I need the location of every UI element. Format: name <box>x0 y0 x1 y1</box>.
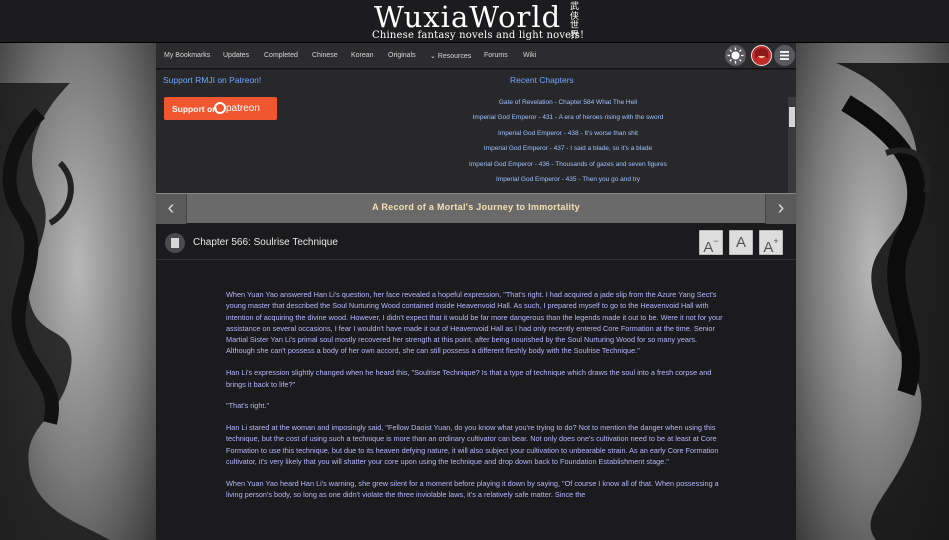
patreon-brand: patreon <box>226 103 260 114</box>
promo-panel: Support RMJI on Patreon! Support on patr… <box>156 70 796 193</box>
right-background-art <box>796 43 949 540</box>
site-logo[interactable]: WuxiaWorld Chinese fantasy novels and li… <box>372 1 584 43</box>
patreon-button[interactable]: Support on patreon <box>164 97 277 120</box>
dragon-illustration-right <box>836 63 949 540</box>
reset-font-button[interactable]: A <box>729 230 753 255</box>
next-chapter-button[interactable]: › <box>765 194 796 224</box>
chapter-title: Chapter 566: Soulrise Technique <box>193 237 338 248</box>
chevron-left-icon: ‹ <box>167 197 175 219</box>
chapter-header: Chapter 566: Soulrise Technique A− A A+ <box>156 224 796 260</box>
logo-title: WuxiaWorld <box>374 0 562 34</box>
recent-chapter-link[interactable]: Imperial God Emperor - 438 - It's worse … <box>350 130 786 137</box>
minus-icon: − <box>713 236 719 246</box>
recent-chapter-link[interactable]: Imperial God Emperor - 437 - I said a bl… <box>350 145 786 152</box>
chapter-paragraph: When Yuan Yao heard Han Li's warning, sh… <box>226 478 719 500</box>
user-avatar[interactable] <box>751 45 772 66</box>
decrease-font-button[interactable]: A− <box>699 230 723 256</box>
logo-tagline: Chinese fantasy novels and light novels! <box>372 30 585 41</box>
patreon-button-text: Support on <box>172 104 218 114</box>
dragon-illustration-left <box>0 83 110 540</box>
chapter-content: When Yuan Yao answered Han Li's question… <box>226 289 726 540</box>
top-navigation: My Bookmarks Updates Completed Chinese K… <box>156 43 796 69</box>
recent-chapter-link[interactable]: Imperial God Emperor - 435 - Then you go… <box>350 176 786 183</box>
left-background-art <box>0 43 156 540</box>
recent-chapter-link[interactable]: Gate of Revelation - Chapter 584 What Th… <box>350 99 786 106</box>
chapter-list-icon[interactable] <box>165 233 185 253</box>
chapter-navigation: ‹ A Record of a Mortal's Journey to Immo… <box>156 193 796 224</box>
hamburger-icon <box>780 51 789 60</box>
font-increase-label: A <box>763 239 774 256</box>
nav-wiki[interactable]: Wiki <box>523 52 536 59</box>
main-menu-button[interactable] <box>774 45 795 66</box>
scrollbar-thumb[interactable] <box>789 107 795 127</box>
nav-updates[interactable]: Updates <box>223 52 249 59</box>
recent-chapter-link[interactable]: Imperial God Emperor - 436 - Thousands o… <box>350 161 786 168</box>
chevron-down-icon: ⌄ <box>430 53 438 60</box>
recent-chapters-scrollbar[interactable] <box>788 97 796 193</box>
nav-resources[interactable]: ⌄ Resources <box>430 52 471 60</box>
plus-icon: + <box>773 236 779 246</box>
recent-chapters-title: Recent Chapters <box>510 75 574 85</box>
chevron-right-icon: › <box>777 197 785 219</box>
nav-korean[interactable]: Korean <box>351 52 374 59</box>
nav-my-bookmarks[interactable]: My Bookmarks <box>164 52 210 59</box>
main-column: My Bookmarks Updates Completed Chinese K… <box>156 43 796 540</box>
theme-toggle-button[interactable] <box>725 45 746 66</box>
avatar-icon <box>755 48 768 59</box>
chapter-paragraph: Han Li stared at the woman and imposingl… <box>226 423 719 467</box>
font-reset-label: A <box>735 234 746 251</box>
previous-chapter-button[interactable]: ‹ <box>156 194 187 224</box>
patreon-icon <box>214 102 226 114</box>
site-header: WuxiaWorld Chinese fantasy novels and li… <box>0 0 949 43</box>
patreon-support-link[interactable]: Support RMJI on Patreon! <box>163 75 261 85</box>
nav-completed[interactable]: Completed <box>264 52 298 59</box>
logo-chinese: 武侠世界 <box>570 2 580 41</box>
chapter-paragraph: Han Li's expression slightly changed whe… <box>226 368 712 389</box>
font-decrease-label: A <box>703 239 714 256</box>
chapter-paragraph: When Yuan Yao answered Han Li's question… <box>226 290 723 356</box>
nav-resources-label: Resources <box>437 53 472 60</box>
chapter-paragraph: "That's right." <box>226 401 270 411</box>
nav-originals[interactable]: Originals <box>388 52 416 59</box>
sun-icon <box>727 47 744 64</box>
recent-chapters-list: Gate of Revelation - Chapter 584 What Th… <box>350 92 806 193</box>
nav-chinese[interactable]: Chinese <box>312 52 338 59</box>
nav-forums[interactable]: Forums <box>484 52 508 59</box>
novel-title-link[interactable]: A Record of a Mortal's Journey to Immort… <box>187 202 765 212</box>
recent-chapter-link[interactable]: Imperial God Emperor - 431 - A era of he… <box>350 114 786 121</box>
increase-font-button[interactable]: A+ <box>759 230 783 256</box>
